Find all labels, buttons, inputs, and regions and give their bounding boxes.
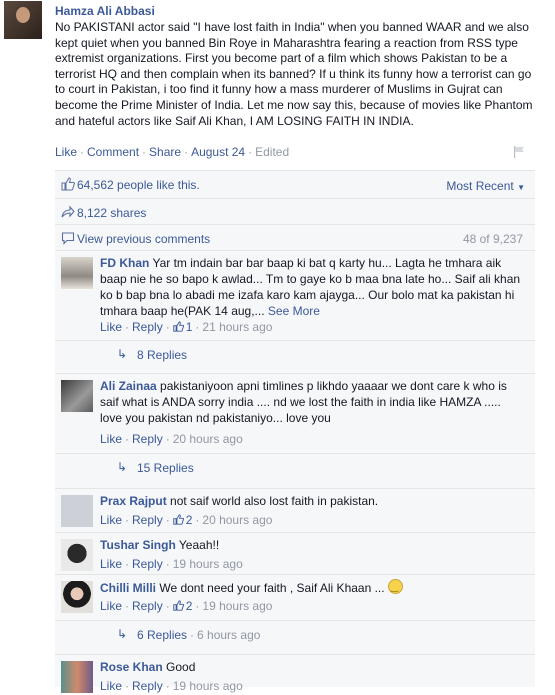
comment-body: Ali Zainaa pakistaniyoon apni timlines p…: [100, 378, 525, 426]
replies-time: 6 hours ago: [197, 628, 261, 642]
avatar[interactable]: [61, 380, 93, 412]
like-link[interactable]: Like: [100, 557, 122, 571]
flag-icon[interactable]: [513, 146, 525, 158]
feedback-panel: 64,562 people like this. Most Recent ▼ 8…: [55, 170, 535, 693]
comment: FD Khan Yar tm indain bar bar baap ki ba…: [55, 250, 535, 341]
comment-text: We dont need your faith , Saif Ali Khaan…: [159, 581, 385, 595]
reply-link[interactable]: Reply: [132, 599, 163, 613]
comment-body: Chilli Milli We dont need your faith , S…: [100, 579, 525, 596]
smiley-emoji-icon: [387, 579, 403, 595]
comment-body: Prax Rajput not saif world also lost fai…: [100, 493, 525, 509]
replies-count: 6 Replies: [137, 628, 188, 642]
avatar[interactable]: [61, 661, 93, 693]
share-icon: [61, 205, 75, 218]
view-previous-link[interactable]: View previous comments: [77, 232, 210, 246]
commenter-name[interactable]: FD Khan: [100, 256, 149, 270]
commenter-name[interactable]: Chilli Milli: [100, 581, 156, 595]
see-more-link[interactable]: See More: [268, 304, 320, 318]
comment: Ali Zainaa pakistaniyoon apni timlines p…: [55, 373, 535, 452]
reply-link[interactable]: Reply: [132, 679, 163, 693]
thumbs-up-icon: [173, 514, 184, 525]
commenter-name[interactable]: Prax Rajput: [100, 494, 167, 508]
avatar[interactable]: [61, 539, 93, 571]
commenter-name[interactable]: Tushar Singh: [100, 538, 176, 552]
comment-bubble-icon: [61, 232, 75, 245]
sort-dropdown[interactable]: Most Recent ▼: [446, 179, 525, 193]
likes-count[interactable]: 64,562 people like this.: [77, 178, 200, 192]
shares-summary: 8,122 shares: [55, 198, 535, 225]
comment-text: not saif world also lost faith in pakist…: [170, 494, 379, 508]
comment-time[interactable]: 20 hours ago: [202, 513, 272, 527]
comment-actions: Like · Reply · 20 hours ago: [100, 432, 243, 446]
thumbs-up-icon: [61, 177, 75, 191]
comment-text: Good: [166, 660, 196, 674]
chevron-down-icon: ▼: [517, 183, 525, 192]
comment-time[interactable]: 20 hours ago: [173, 432, 243, 446]
comment: Chilli Milli We dont need your faith , S…: [55, 574, 535, 619]
reply-arrow-icon: ↳: [117, 627, 128, 641]
like-link[interactable]: Like: [100, 432, 122, 446]
like-link[interactable]: Like: [100, 513, 122, 527]
reply-link[interactable]: Reply: [132, 320, 163, 334]
comment-link[interactable]: Comment: [87, 145, 139, 159]
comment: Rose Khan Good Like · Reply · 19 hours ago: [55, 654, 535, 695]
share-link[interactable]: Share: [149, 145, 181, 159]
comment-count: 48 of 9,237: [462, 232, 523, 246]
sort-label: Most Recent: [446, 179, 514, 193]
reply-link[interactable]: Reply: [132, 432, 163, 446]
post: Hamza Ali Abbasi No PAKISTANI actor said…: [0, 0, 555, 170]
likes-summary: 64,562 people like this. Most Recent ▼: [55, 170, 535, 199]
comment-actions: Like · Reply · 2 · 19 hours ago: [100, 599, 273, 613]
thumbs-up-icon: [173, 321, 184, 332]
comment-actions: Like · Reply · 19 hours ago: [100, 679, 243, 693]
comment-text: Yeaah!!: [178, 538, 220, 552]
view-replies-link[interactable]: 15 Replies: [137, 461, 194, 475]
commenter-name[interactable]: Rose Khan: [100, 660, 163, 674]
thumbs-up-icon: [173, 600, 184, 611]
like-link[interactable]: Like: [55, 145, 77, 159]
like-link[interactable]: Like: [100, 599, 122, 613]
comment-body: Rose Khan Good: [100, 659, 525, 675]
comment-body: Tushar Singh Yeaah!!: [100, 537, 525, 553]
post-date[interactable]: August 24: [191, 145, 245, 159]
replies-row: ↳ 15 Replies: [55, 453, 535, 480]
comment-actions: Like · Reply · 1 · 21 hours ago: [100, 320, 273, 334]
reply-arrow-icon: ↳: [117, 460, 128, 474]
replies-row: ↳ 8 Replies: [55, 340, 535, 367]
comment-time[interactable]: 21 hours ago: [202, 320, 272, 334]
like-link[interactable]: Like: [100, 679, 122, 693]
view-replies-link[interactable]: 8 Replies: [137, 348, 187, 362]
view-previous-row: View previous comments 48 of 9,237: [55, 224, 535, 251]
edited-label[interactable]: Edited: [255, 145, 289, 159]
comment-time[interactable]: 19 hours ago: [173, 679, 243, 693]
commenter-name[interactable]: Ali Zainaa: [100, 379, 157, 393]
post-actions: Like · Comment · Share · August 24 · Edited: [55, 145, 290, 159]
comment-body: FD Khan Yar tm indain bar bar baap ki ba…: [100, 255, 525, 319]
comment-actions: Like · Reply · 2 · 20 hours ago: [100, 513, 273, 527]
replies-row: ↳ 6 Replies · 6 hours ago: [55, 620, 535, 647]
post-text: No PAKISTANI actor said "I have lost fai…: [55, 20, 533, 128]
post-author-avatar[interactable]: [4, 1, 42, 39]
shares-count[interactable]: 8,122 shares: [77, 206, 146, 220]
like-link[interactable]: Like: [100, 320, 122, 334]
reply-arrow-icon: ↳: [117, 347, 128, 361]
post-author-name[interactable]: Hamza Ali Abbasi: [55, 4, 155, 18]
comment-time[interactable]: 19 hours ago: [202, 599, 272, 613]
avatar[interactable]: [61, 495, 93, 527]
comment: Tushar Singh Yeaah!! Like · Reply · 19 hours…: [55, 532, 535, 575]
avatar[interactable]: [61, 581, 93, 613]
comment-actions: Like · Reply · 19 hours ago: [100, 557, 243, 571]
view-replies-link[interactable]: 6 Replies · 6 hours ago: [137, 628, 260, 642]
reply-link[interactable]: Reply: [132, 513, 163, 527]
comment-text: pakistaniyoon apni timlines p likhdo yaa…: [100, 379, 507, 425]
comment: Prax Rajput not saif world also lost fai…: [55, 488, 535, 533]
reply-link[interactable]: Reply: [132, 557, 163, 571]
avatar[interactable]: [61, 257, 93, 289]
comment-time[interactable]: 19 hours ago: [173, 557, 243, 571]
